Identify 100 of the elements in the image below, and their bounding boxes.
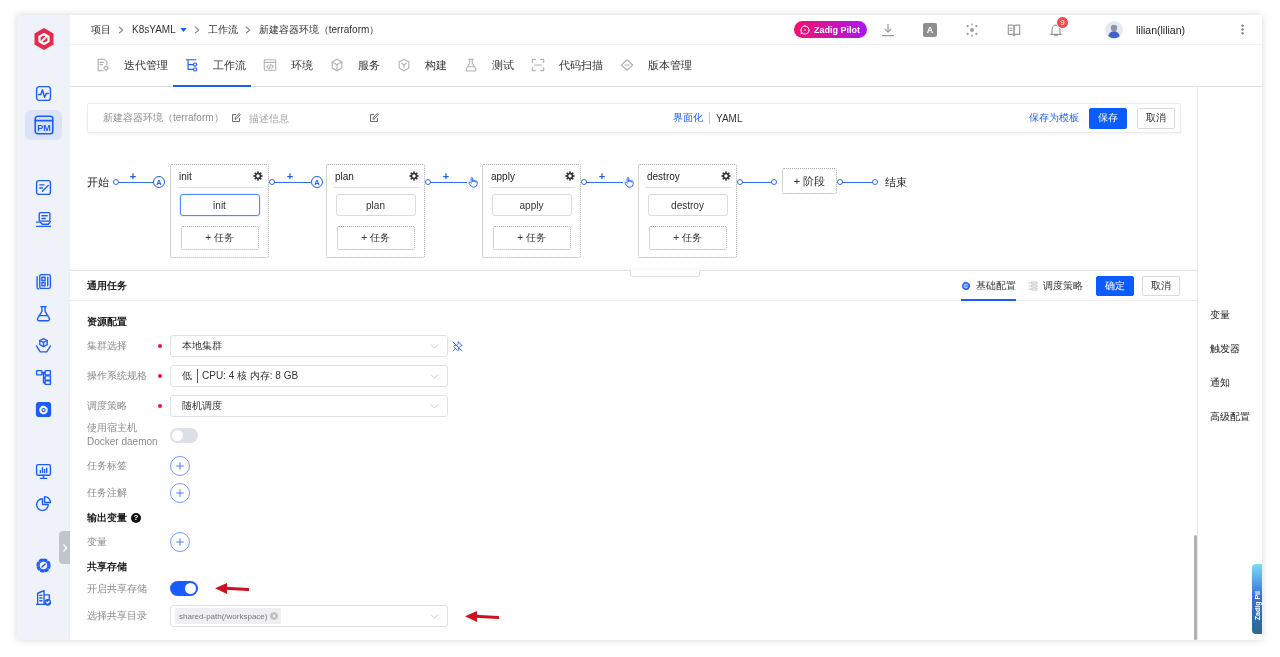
insert-stage-button[interactable]: +	[129, 170, 137, 182]
pin-icon[interactable]	[452, 340, 463, 352]
save-button[interactable]: 保存	[1089, 107, 1127, 129]
diamond-icon	[620, 58, 634, 72]
nav-tab[interactable]: 环境	[251, 45, 318, 87]
edit-icon[interactable]	[231, 113, 241, 123]
stage-title: init	[178, 170, 192, 182]
panel-tab[interactable]: 基础配置	[961, 271, 1016, 301]
plus-icon	[175, 488, 185, 498]
settings-icon[interactable]	[565, 171, 575, 181]
job-button[interactable]: destroy	[647, 194, 728, 216]
pilot-button[interactable]: Zadig Pilot	[794, 21, 867, 38]
form-label: 选择共享目录	[87, 609, 148, 623]
add-job-button[interactable]: + 任务	[648, 226, 727, 250]
chevron-right-icon	[61, 542, 68, 553]
form-label: 任务标签	[87, 459, 128, 473]
notification-badge: 9	[1056, 15, 1069, 29]
breadcrumb-item[interactable]: 项目	[91, 22, 111, 37]
nav-tab[interactable]: 服务	[318, 45, 385, 87]
edit-icon[interactable]	[369, 113, 379, 123]
add-button[interactable]	[170, 532, 190, 552]
user-name[interactable]: lilian(lilian)	[1136, 23, 1185, 36]
edit-note-icon	[35, 178, 52, 196]
resize-handle[interactable]	[630, 270, 700, 277]
list-icon	[1028, 281, 1038, 291]
help-icon[interactable]: ?	[131, 513, 141, 523]
side-menu-item[interactable]: 通知	[1210, 373, 1262, 393]
mode-tab[interactable]: 界面化	[673, 111, 703, 125]
nav-tab[interactable]: 构建	[385, 45, 452, 87]
job-button[interactable]: plan	[335, 194, 416, 216]
add-job-button[interactable]: + 任务	[180, 226, 259, 250]
scan-icon	[531, 58, 545, 72]
tag-label: shared-path(/workspace)	[179, 611, 268, 621]
end-label: 结束	[885, 175, 907, 190]
cube-icon	[330, 58, 344, 72]
hexagon-icon	[397, 58, 411, 72]
section-title: 资源配置	[87, 315, 127, 329]
job-button[interactable]: init	[179, 194, 260, 216]
cancel-button[interactable]: 取消	[1142, 275, 1180, 296]
side-menu-item[interactable]: 高级配置	[1210, 407, 1262, 427]
add-job-button[interactable]: + 任务	[336, 226, 415, 250]
settings-icon[interactable]	[253, 171, 263, 181]
nav-tab[interactable]: 测试	[452, 45, 519, 87]
settings-icon[interactable]	[409, 171, 419, 181]
book-icon[interactable]	[1007, 22, 1021, 37]
chevron-right-icon	[118, 24, 124, 35]
select-field[interactable]: 本地集群	[170, 335, 448, 357]
side-menu-item[interactable]: 触发器	[1210, 339, 1262, 359]
code-window-icon	[263, 58, 277, 72]
stage-title: plan	[334, 170, 354, 182]
document-gear-icon	[96, 58, 110, 72]
nav-tab[interactable]: 迭代管理	[84, 45, 173, 87]
form-label: 操作系统规格	[87, 369, 148, 383]
form-label: 任务注解	[87, 486, 128, 500]
add-button[interactable]	[170, 456, 190, 476]
select-field[interactable]: shared-path(/workspace)	[170, 605, 448, 627]
nav-tab[interactable]: 版本管理	[608, 45, 697, 87]
building-check-icon	[35, 588, 52, 606]
form-label: 调度策略	[87, 399, 128, 413]
sidebar-item[interactable]: PM	[25, 110, 62, 140]
select-field[interactable]: 低 CPU: 4 核 内存: 8 GB	[170, 365, 448, 387]
breadcrumb-item[interactable]: K8sYAML	[132, 24, 176, 35]
breadcrumb-item[interactable]: 新建容器环境（terraform）	[258, 22, 380, 37]
nav-tab[interactable]: 工作流	[173, 45, 251, 87]
section-title: 输出变量	[87, 511, 127, 525]
insert-stage-button[interactable]: +	[286, 170, 294, 182]
description-input[interactable]: 描述信息	[249, 110, 365, 126]
hand-icon[interactable]	[623, 176, 635, 188]
save-template-link[interactable]: 保存为模板	[1029, 111, 1079, 125]
form-label: 变量	[87, 535, 108, 549]
calendar-icon: PM	[33, 115, 54, 135]
select-field[interactable]: 随机调度	[170, 395, 448, 417]
form-label: 集群选择	[87, 339, 128, 353]
cluster-icon[interactable]	[965, 22, 979, 37]
breadcrumb-item[interactable]: 工作流	[207, 22, 238, 37]
flask-icon	[35, 304, 52, 322]
cancel-button[interactable]: 取消	[1137, 107, 1175, 129]
add-stage-button[interactable]: + 阶段	[782, 168, 837, 194]
toggle-switch[interactable]	[170, 427, 198, 443]
scrollbar[interactable]	[1194, 535, 1197, 640]
hierarchy-icon	[35, 368, 52, 386]
mode-tab[interactable]: YAML	[716, 112, 743, 124]
side-menu-item[interactable]: 变量	[1210, 305, 1262, 325]
job-button[interactable]: apply	[491, 194, 572, 216]
add-job-button[interactable]: + 任务	[492, 226, 571, 250]
insert-stage-button[interactable]: +	[598, 170, 606, 182]
add-button[interactable]	[170, 483, 190, 503]
more-icon[interactable]	[1241, 24, 1244, 35]
insert-stage-button[interactable]: +	[442, 170, 450, 182]
hand-icon[interactable]	[467, 176, 479, 188]
panel-tab[interactable]: 调度策略	[1028, 271, 1083, 301]
settings-icon[interactable]	[721, 171, 731, 181]
name-input[interactable]: 新建容器环境（terraform）	[103, 110, 227, 126]
flask-icon	[464, 58, 478, 72]
settings-icon	[35, 556, 52, 574]
bell-icon[interactable]	[1049, 22, 1063, 37]
toggle-switch[interactable]	[170, 581, 198, 596]
download-icon[interactable]	[881, 22, 895, 37]
confirm-button[interactable]: 确定	[1096, 275, 1134, 296]
nav-tab[interactable]: 代码扫描	[519, 45, 608, 87]
